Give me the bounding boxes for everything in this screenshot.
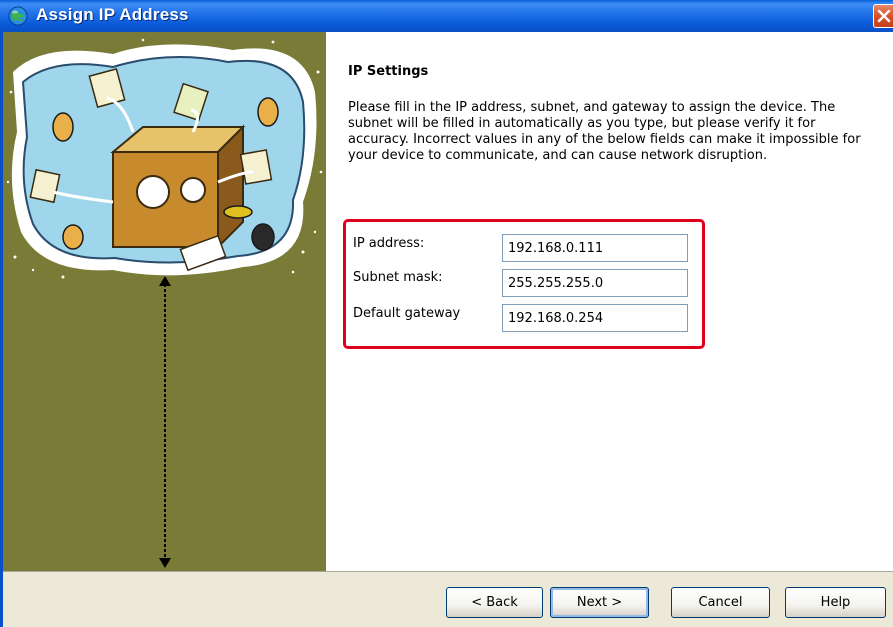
title-bar[interactable]: Assign IP Address	[0, 0, 893, 32]
app-globe-icon	[8, 6, 28, 26]
help-button[interactable]: Help	[785, 587, 886, 618]
subnet-mask-label: Subnet mask:	[353, 270, 443, 285]
ip-address-input[interactable]: 192.168.0.111	[502, 234, 688, 262]
content-panel: IP Settings Please fill in the IP addres…	[326, 32, 893, 571]
ip-settings-highlight: IP address: 192.168.0.111 Subnet mask: 2…	[343, 219, 705, 349]
vertical-arrow	[159, 276, 171, 568]
default-gateway-label: Default gateway	[353, 306, 461, 321]
side-panel	[3, 32, 326, 571]
back-button[interactable]: < Back	[446, 587, 543, 618]
page-description: Please fill in the IP address, subnet, a…	[348, 100, 861, 163]
window-title: Assign IP Address	[36, 5, 189, 24]
next-button[interactable]: Next >	[550, 587, 649, 618]
network-illustration	[6, 38, 323, 279]
cancel-button[interactable]: Cancel	[671, 587, 770, 618]
page-title: IP Settings	[348, 64, 429, 79]
close-button[interactable]	[873, 4, 893, 28]
default-gateway-input[interactable]: 192.168.0.254	[502, 304, 688, 332]
close-icon	[877, 9, 891, 23]
ip-address-label: IP address:	[353, 236, 425, 251]
subnet-mask-input[interactable]: 255.255.255.0	[502, 269, 688, 297]
button-bar: < Back Next > Cancel Help	[3, 571, 893, 627]
